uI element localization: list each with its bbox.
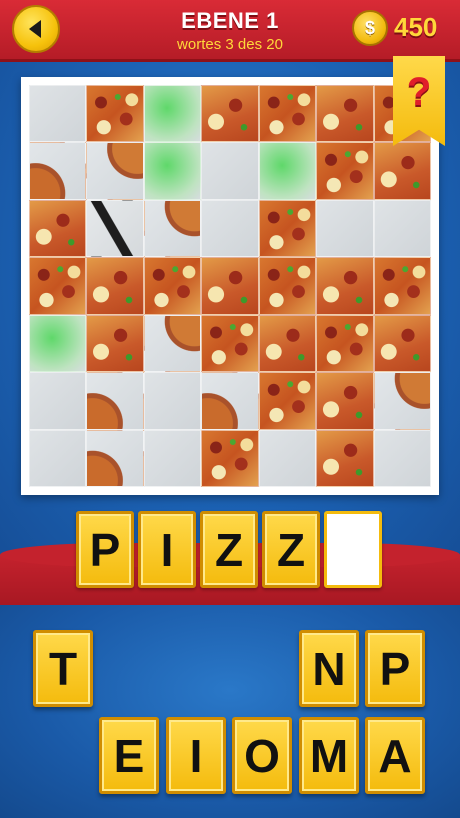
puzzle-photo-frame bbox=[21, 77, 439, 495]
photo-tile bbox=[29, 372, 87, 430]
letter-key[interactable]: A bbox=[365, 717, 425, 794]
answer-slot[interactable]: Z bbox=[262, 511, 320, 588]
photo-tile bbox=[86, 199, 144, 258]
coin-count: 450 bbox=[394, 12, 438, 42]
photo-tile bbox=[29, 142, 87, 200]
photo-tile bbox=[373, 257, 431, 315]
photo-tile bbox=[258, 372, 317, 430]
letter-key[interactable]: N bbox=[299, 630, 359, 707]
coin-symbol: $ bbox=[364, 17, 375, 38]
photo-tile bbox=[316, 429, 374, 487]
photo-tile bbox=[86, 85, 144, 143]
photo-tile bbox=[86, 142, 144, 200]
letter-key[interactable]: M bbox=[299, 717, 359, 794]
photo-tile bbox=[258, 257, 317, 315]
letter-key[interactable]: E bbox=[99, 717, 159, 794]
photo-tile bbox=[373, 314, 431, 373]
photo-tile bbox=[86, 257, 144, 315]
coin-icon: $ bbox=[352, 10, 388, 46]
photo-tile bbox=[316, 142, 374, 200]
letter-key[interactable]: I bbox=[166, 717, 226, 794]
photo-tile bbox=[143, 257, 202, 315]
photo-tile bbox=[258, 429, 317, 487]
photo-tile bbox=[373, 372, 431, 430]
photo-tile bbox=[201, 257, 259, 315]
letter-key[interactable]: T bbox=[33, 630, 93, 707]
photo-tile bbox=[373, 142, 431, 200]
photo-tile bbox=[201, 314, 259, 373]
photo-tile bbox=[316, 257, 374, 315]
top-bar: EBENE 1 wortes 3 des 20 $ 450 bbox=[0, 0, 460, 62]
puzzle-photo bbox=[29, 85, 431, 487]
photo-tile bbox=[316, 85, 374, 143]
photo-tile bbox=[201, 85, 259, 143]
photo-tile bbox=[258, 85, 317, 143]
photo-tile bbox=[143, 372, 202, 430]
photo-tile bbox=[29, 314, 87, 373]
photo-tile bbox=[316, 314, 374, 373]
letter-key[interactable]: P bbox=[365, 630, 425, 707]
photo-tile bbox=[86, 314, 144, 373]
photo-tile bbox=[29, 257, 87, 315]
photo-tile bbox=[201, 142, 259, 200]
photo-tile bbox=[143, 142, 202, 200]
photo-tile bbox=[258, 142, 317, 200]
photo-tile bbox=[373, 429, 431, 487]
answer-slots: P I Z Z bbox=[76, 511, 382, 588]
photo-tile bbox=[143, 429, 202, 487]
photo-tile bbox=[29, 429, 87, 487]
photo-tile bbox=[258, 199, 317, 258]
photo-tile bbox=[143, 199, 202, 258]
photo-tile bbox=[316, 372, 374, 430]
photo-tile bbox=[201, 199, 259, 258]
answer-slot[interactable]: Z bbox=[200, 511, 258, 588]
photo-tile bbox=[143, 85, 202, 143]
photo-tile bbox=[29, 199, 87, 258]
photo-tile bbox=[316, 199, 374, 258]
level-progress: wortes 3 des 20 bbox=[177, 36, 283, 53]
photo-tile bbox=[86, 372, 144, 430]
photo-tile bbox=[258, 314, 317, 373]
photo-tile bbox=[143, 314, 202, 373]
photo-tile bbox=[201, 372, 259, 430]
answer-slot[interactable]: P bbox=[76, 511, 134, 588]
answer-slot-empty[interactable] bbox=[324, 511, 382, 588]
photo-tile bbox=[86, 429, 144, 487]
photo-tile bbox=[373, 199, 431, 258]
level-title: EBENE 1 bbox=[181, 8, 279, 33]
letter-key[interactable]: O bbox=[232, 717, 292, 794]
photo-tile bbox=[29, 85, 87, 143]
answer-slot[interactable]: I bbox=[138, 511, 196, 588]
photo-tile bbox=[201, 429, 259, 487]
